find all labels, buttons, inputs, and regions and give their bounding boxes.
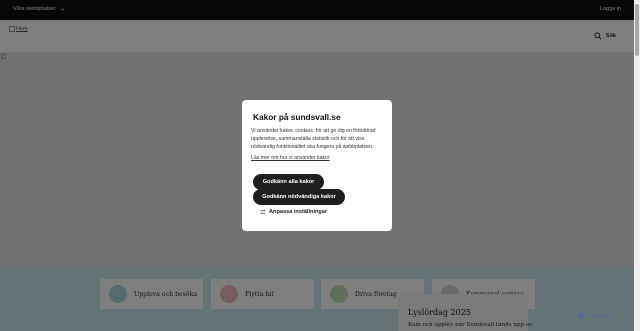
- readspeaker-icon: [578, 312, 585, 319]
- cookie-info-link[interactable]: Läs mer om hur vi använder kakor: [251, 155, 330, 161]
- cookie-consent-dialog: Kakor på sundsvall.se Vi använder kakor,…: [242, 100, 392, 231]
- readspeaker-label: ReadSpeaker: [588, 313, 617, 318]
- cookie-dialog-description: Vi använder kakor, cookies, för att ge d…: [251, 128, 376, 150]
- swap-arrows-icon: [260, 209, 266, 215]
- page-scrollbar[interactable]: [634, 0, 640, 331]
- scrollbar-thumb[interactable]: [635, 4, 639, 56]
- accept-necessary-cookies-button[interactable]: Godkänn nödvändiga kakor: [253, 189, 345, 205]
- accept-all-cookies-button[interactable]: Godkänn alla kakor: [253, 174, 324, 190]
- readspeaker-badge[interactable]: ReadSpeaker: [578, 312, 616, 319]
- customize-settings-button[interactable]: Anpassa inställningar: [260, 209, 327, 215]
- customize-settings-label: Anpassa inställningar: [269, 209, 328, 215]
- cookie-dialog-title: Kakor på sundsvall.se: [253, 112, 341, 122]
